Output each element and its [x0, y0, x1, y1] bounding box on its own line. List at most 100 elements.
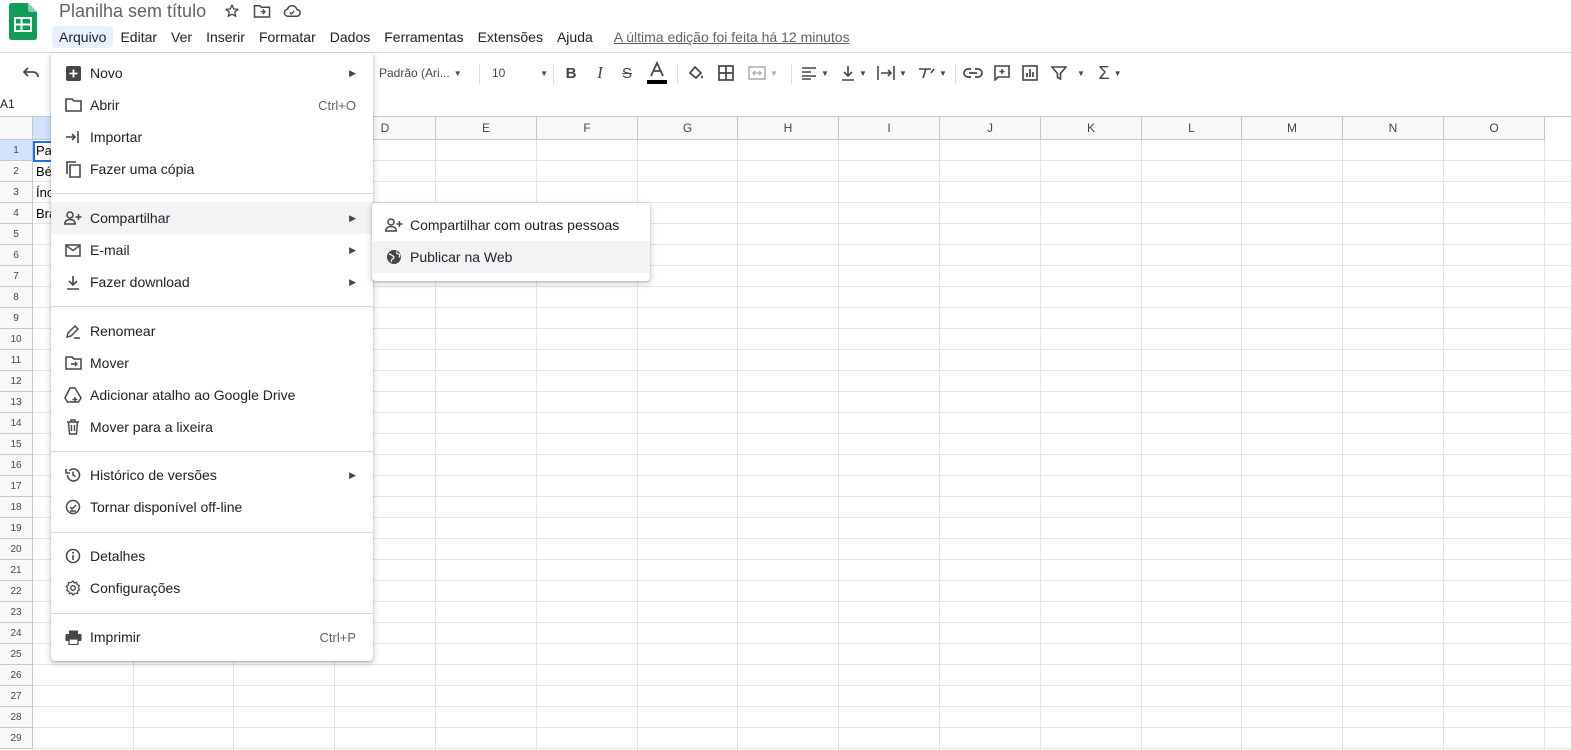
italic-icon[interactable]: I — [590, 58, 610, 88]
row-header-5[interactable]: 5 — [0, 224, 33, 245]
menu-item-novo[interactable]: Novo ▶ — [51, 57, 373, 89]
menu-item-renomear[interactable]: Renomear — [51, 315, 373, 347]
menu-ver[interactable]: Ver — [164, 26, 199, 48]
column-header-l[interactable]: L — [1142, 117, 1242, 140]
cloud-saved-icon[interactable] — [282, 2, 302, 20]
menu-item-adicionar-atalho[interactable]: Adicionar atalho ao Google Drive — [51, 379, 373, 411]
undo-icon[interactable] — [18, 58, 44, 88]
print-icon — [63, 627, 83, 647]
functions-icon[interactable]: Σ ▼ — [1094, 58, 1126, 88]
row-header-19[interactable]: 19 — [0, 518, 33, 539]
menu-item-historico-versoes[interactable]: Histórico de versões ▶ — [51, 459, 373, 491]
cell-a2[interactable]: Bé — [36, 164, 52, 179]
row-header-7[interactable]: 7 — [0, 266, 33, 287]
select-all-corner[interactable] — [0, 117, 33, 140]
bold-icon[interactable]: B — [561, 58, 581, 88]
row-header-1[interactable]: 1 — [0, 140, 33, 161]
row-header-28[interactable]: 28 — [0, 707, 33, 728]
menu-item-compartilhar-pessoas[interactable]: Compartilhar com outras pessoas — [372, 209, 650, 241]
menu-item-importar[interactable]: Importar — [51, 121, 373, 153]
row-header-26[interactable]: 26 — [0, 665, 33, 686]
menu-item-configuracoes[interactable]: Configurações — [51, 572, 373, 604]
insert-chart-icon[interactable] — [1019, 58, 1041, 88]
menu-divider — [51, 193, 373, 194]
menu-arquivo[interactable]: Arquivo — [52, 26, 114, 48]
submenu-arrow-icon: ▶ — [349, 276, 356, 287]
toolbar-divider — [479, 64, 480, 84]
menu-formatar[interactable]: Formatar — [252, 26, 323, 48]
column-header-f[interactable]: F — [537, 117, 638, 140]
sheets-logo-icon[interactable] — [9, 3, 37, 40]
column-header-o[interactable]: O — [1444, 117, 1545, 140]
row-header-29[interactable]: 29 — [0, 728, 33, 749]
column-header-j[interactable]: J — [940, 117, 1041, 140]
menu-ajuda[interactable]: Ajuda — [550, 26, 600, 48]
menu-item-fazer-download[interactable]: Fazer download ▶ — [51, 266, 373, 298]
fill-color-icon[interactable] — [685, 58, 707, 88]
menu-ferramentas[interactable]: Ferramentas — [377, 26, 470, 48]
row-header-6[interactable]: 6 — [0, 245, 33, 266]
row-header-21[interactable]: 21 — [0, 560, 33, 581]
column-header-k[interactable]: K — [1041, 117, 1142, 140]
row-header-13[interactable]: 13 — [0, 392, 33, 413]
last-edit-link[interactable]: A última edição foi feita há 12 minutos — [614, 29, 850, 45]
menu-extensoes[interactable]: Extensões — [471, 26, 550, 48]
menu-inserir[interactable]: Inserir — [199, 26, 252, 48]
horizontal-align-icon[interactable]: ▼ — [799, 58, 831, 88]
row-header-17[interactable]: 17 — [0, 476, 33, 497]
row-header-15[interactable]: 15 — [0, 434, 33, 455]
row-header-12[interactable]: 12 — [0, 371, 33, 392]
row-header-9[interactable]: 9 — [0, 308, 33, 329]
column-header-m[interactable]: M — [1242, 117, 1343, 140]
menu-item-abrir[interactable]: Abrir Ctrl+O — [51, 89, 373, 121]
merge-cells-icon[interactable]: ▼ — [743, 58, 783, 88]
menu-item-lixeira[interactable]: Mover para a lixeira — [51, 411, 373, 443]
column-header-g[interactable]: G — [638, 117, 738, 140]
row-header-25[interactable]: 25 — [0, 644, 33, 665]
row-header-2[interactable]: 2 — [0, 161, 33, 182]
menu-item-publicar-web[interactable]: Publicar na Web — [372, 241, 650, 273]
document-title[interactable]: Planilha sem título — [59, 0, 206, 22]
move-folder-icon[interactable] — [252, 2, 272, 20]
row-header-20[interactable]: 20 — [0, 539, 33, 560]
font-size-select[interactable]: 10 ▼ — [492, 58, 548, 88]
strikethrough-icon[interactable]: S — [617, 58, 637, 88]
row-header-18[interactable]: 18 — [0, 497, 33, 518]
column-header-i[interactable]: I — [839, 117, 940, 140]
menu-item-mover[interactable]: Mover — [51, 347, 373, 379]
menu-item-compartilhar[interactable]: Compartilhar ▶ — [51, 202, 373, 234]
row-header-23[interactable]: 23 — [0, 602, 33, 623]
menu-editar[interactable]: Editar — [113, 26, 164, 48]
row-header-10[interactable]: 10 — [0, 329, 33, 350]
menu-dados[interactable]: Dados — [323, 26, 377, 48]
star-icon[interactable] — [222, 2, 242, 20]
menu-item-fazer-copia[interactable]: Fazer uma cópia — [51, 153, 373, 185]
row-header-14[interactable]: 14 — [0, 413, 33, 434]
row-header-8[interactable]: 8 — [0, 287, 33, 308]
menu-item-detalhes[interactable]: Detalhes — [51, 540, 373, 572]
column-header-h[interactable]: H — [738, 117, 839, 140]
filter-icon[interactable]: ▼ — [1048, 58, 1088, 88]
row-header-3[interactable]: 3 — [0, 182, 33, 203]
name-box[interactable]: A1 — [0, 97, 15, 111]
menu-item-offline[interactable]: Tornar disponível off-line — [51, 491, 373, 523]
column-header-n[interactable]: N — [1343, 117, 1444, 140]
text-wrapping-icon[interactable]: ▼ — [875, 58, 909, 88]
insert-comment-icon[interactable] — [991, 58, 1013, 88]
grid-column-line — [939, 140, 940, 750]
insert-link-icon[interactable] — [962, 58, 984, 88]
menu-item-email[interactable]: E-mail ▶ — [51, 234, 373, 266]
menu-item-imprimir[interactable]: Imprimir Ctrl+P — [51, 621, 373, 653]
row-header-27[interactable]: 27 — [0, 686, 33, 707]
text-color-icon[interactable] — [645, 58, 669, 88]
row-header-16[interactable]: 16 — [0, 455, 33, 476]
borders-icon[interactable] — [715, 58, 737, 88]
row-header-24[interactable]: 24 — [0, 623, 33, 644]
vertical-align-icon[interactable]: ▼ — [838, 58, 870, 88]
text-rotation-icon[interactable]: ▼ — [916, 58, 948, 88]
column-header-e[interactable]: E — [436, 117, 537, 140]
row-header-4[interactable]: 4 — [0, 203, 33, 224]
row-header-22[interactable]: 22 — [0, 581, 33, 602]
row-header-11[interactable]: 11 — [0, 350, 33, 371]
font-family-select[interactable]: Padrão (Ari... ▼ — [379, 58, 475, 88]
